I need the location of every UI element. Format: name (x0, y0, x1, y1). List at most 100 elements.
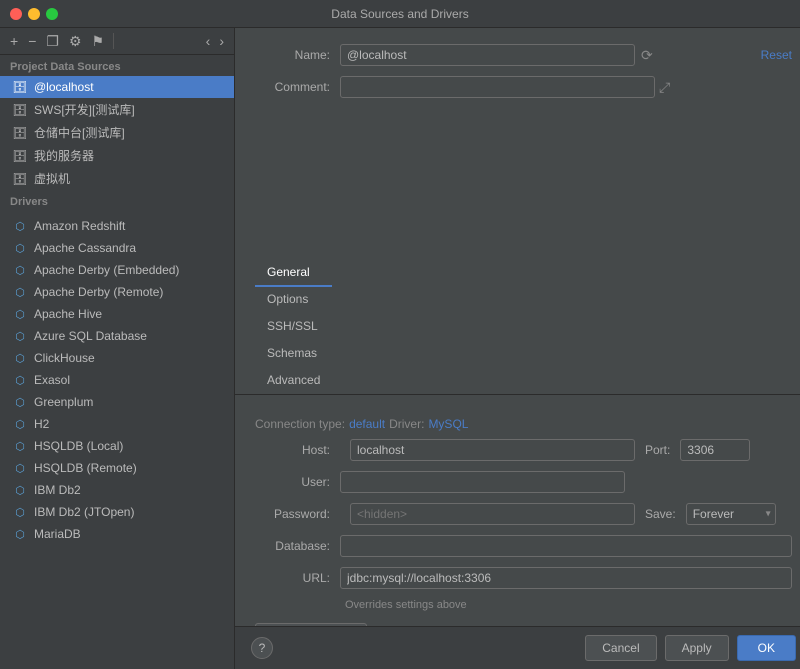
driver-value[interactable]: MySQL (428, 417, 468, 431)
drivers-header: Drivers (0, 190, 234, 211)
driver-item[interactable]: ⬡ Amazon Redshift (0, 215, 234, 237)
driver-icon: ⬡ (12, 482, 28, 498)
database-label: Database: (255, 539, 340, 553)
driver-item-label: MariaDB (34, 527, 81, 541)
driver-item[interactable]: ⬡ Greenplum (0, 391, 234, 413)
driver-item[interactable]: ⬡ H2 (0, 413, 234, 435)
host-port-row: Host: Port: (255, 439, 792, 461)
duplicate-button[interactable]: ❐ (42, 32, 63, 50)
settings-button[interactable]: ⚙ (65, 32, 86, 50)
driver-item[interactable]: ⬡ IBM Db2 (JTOpen) (0, 501, 234, 523)
window-title: Data Sources and Drivers (331, 7, 468, 21)
driver-item[interactable]: ⬡ Exasol (0, 369, 234, 391)
driver-item-label: Amazon Redshift (34, 219, 125, 233)
driver-item-label: HSQLDB (Local) (34, 439, 123, 453)
password-input[interactable] (350, 503, 635, 525)
driver-item-label: Apache Derby (Remote) (34, 285, 163, 299)
driver-icon: ⬡ (12, 328, 28, 344)
driver-item[interactable]: ⬡ HSQLDB (Local) (0, 435, 234, 457)
project-item-label: 仓储中台[测试库] (34, 124, 125, 141)
cancel-button[interactable]: Cancel (585, 635, 656, 661)
db-icon: 🗄 (12, 79, 28, 95)
driver-icon: ⬡ (12, 526, 28, 542)
expand-icon[interactable]: ⤢ (659, 79, 670, 96)
driver-icon: ⬡ (12, 218, 28, 234)
name-left: Name: ⟳ (255, 44, 653, 66)
back-button[interactable]: ‹ (202, 32, 215, 50)
name-input[interactable] (340, 44, 635, 66)
project-item[interactable]: 🗄 仓储中台[测试库] (0, 121, 234, 144)
forward-button[interactable]: › (215, 32, 228, 50)
ok-button[interactable]: OK (737, 635, 796, 661)
url-hint: Overrides settings above (345, 599, 792, 611)
comment-input[interactable] (340, 76, 655, 98)
driver-item[interactable]: ⬡ IBM Db2 (0, 479, 234, 501)
driver-item[interactable]: ⬡ Apache Derby (Embedded) (0, 259, 234, 281)
project-item[interactable]: 🗄 SWS[开发][测试库] (0, 98, 234, 121)
nav-arrows: ‹ › (202, 32, 228, 50)
add-button[interactable]: + (6, 32, 22, 50)
right-panel: Name: ⟳ Reset Comment: ⤢ GeneralOptionsS… (235, 28, 800, 669)
password-label: Password: (255, 507, 340, 521)
database-input[interactable] (340, 535, 792, 557)
project-item-label: 虚拟机 (34, 170, 70, 187)
url-input[interactable] (340, 567, 792, 589)
window-controls[interactable] (10, 8, 58, 20)
driver-item[interactable]: ⬡ MariaDB (0, 523, 234, 545)
tab-options[interactable]: Options (255, 286, 332, 314)
driver-icon: ⬡ (12, 306, 28, 322)
project-item[interactable]: 🗄 我的服务器 (0, 144, 234, 167)
connection-type-label: Connection type: (255, 417, 345, 431)
port-label: Port: (645, 443, 670, 457)
info-button[interactable]: ⚑ (88, 32, 109, 50)
apply-button[interactable]: Apply (665, 635, 729, 661)
drivers-list: ⬡ Amazon Redshift ⬡ Apache Cassandra ⬡ A… (0, 211, 234, 669)
name-row: Name: ⟳ Reset (255, 44, 792, 66)
driver-icon: ⬡ (12, 262, 28, 278)
save-label: Save: (645, 507, 676, 521)
tab-advanced[interactable]: Advanced (255, 367, 332, 395)
driver-icon: ⬡ (12, 350, 28, 366)
url-section: URL: Overrides settings above (255, 567, 792, 611)
driver-item[interactable]: ⬡ Apache Derby (Remote) (0, 281, 234, 303)
db-icon: 🗄 (12, 148, 28, 164)
maximize-button[interactable] (46, 8, 58, 20)
save-select-wrap: Forever Until restart Never (686, 503, 776, 525)
driver-item-label: IBM Db2 (JTOpen) (34, 505, 134, 519)
driver-item[interactable]: ⬡ Apache Cassandra (0, 237, 234, 259)
tab-ssh-ssl[interactable]: SSH/SSL (255, 313, 332, 341)
driver-icon: ⬡ (12, 372, 28, 388)
user-input[interactable] (340, 471, 625, 493)
connection-type-value[interactable]: default (349, 417, 385, 431)
db-icon: 🗄 (12, 171, 28, 187)
db-icon: 🗄 (12, 125, 28, 141)
minimize-button[interactable] (28, 8, 40, 20)
close-button[interactable] (10, 8, 22, 20)
save-select[interactable]: Forever Until restart Never (686, 503, 776, 525)
driver-item[interactable]: ⬡ Apache Hive (0, 303, 234, 325)
url-label: URL: (255, 571, 340, 585)
help-button[interactable]: ? (251, 637, 273, 659)
driver-item-label: Azure SQL Database (34, 329, 147, 343)
bottom-bar: ? Cancel Apply OK (235, 626, 800, 669)
tab-schemas[interactable]: Schemas (255, 340, 332, 368)
reset-button[interactable]: Reset (761, 48, 792, 62)
driver-item[interactable]: ⬡ Azure SQL Database (0, 325, 234, 347)
host-label: Host: (255, 443, 340, 457)
port-input[interactable] (680, 439, 750, 461)
driver-item[interactable]: ⬡ ClickHouse (0, 347, 234, 369)
tab-general[interactable]: General (255, 259, 332, 287)
driver-icon: ⬡ (12, 504, 28, 520)
driver-icon: ⬡ (12, 416, 28, 432)
project-item[interactable]: 🗄 虚拟机 (0, 167, 234, 190)
sync-icon: ⟳ (641, 47, 653, 64)
remove-button[interactable]: − (24, 32, 40, 50)
driver-item[interactable]: ⬡ HSQLDB (Remote) (0, 457, 234, 479)
driver-icon: ⬡ (12, 438, 28, 454)
driver-icon: ⬡ (12, 394, 28, 410)
host-input[interactable] (350, 439, 635, 461)
project-item[interactable]: 🗄 @localhost (0, 76, 234, 98)
comment-label: Comment: (255, 80, 340, 94)
left-panel: + − ❐ ⚙ ⚑ ‹ › Project Data Sources 🗄 @lo… (0, 28, 235, 669)
driver-item-label: IBM Db2 (34, 483, 81, 497)
